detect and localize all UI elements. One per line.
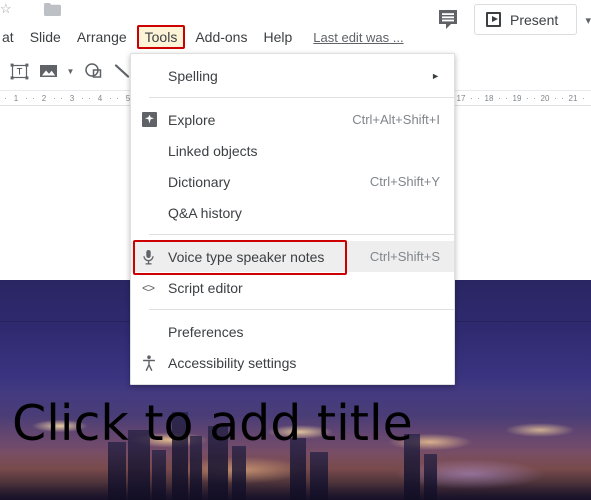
menu-item-label: Voice type speaker notes [168, 248, 325, 265]
explore-icon [142, 112, 168, 127]
menu-item-shortcut: Ctrl+Alt+Shift+I [352, 111, 440, 127]
menu-separator [149, 234, 454, 235]
ruler-tick-label: 21 [559, 93, 587, 103]
ruler-tick-label: 4 [86, 93, 114, 103]
menu-addons[interactable]: Add-ons [187, 26, 255, 48]
menu-item-qa-history[interactable]: Q&A history [131, 197, 454, 228]
menu-separator [149, 309, 454, 310]
menu-item-explore[interactable]: Explore Ctrl+Alt+Shift+I [131, 104, 454, 135]
ruler-tick-label: 18 [475, 93, 503, 103]
insert-image-icon[interactable] [35, 58, 61, 84]
menu-item-label: Accessibility settings [168, 354, 297, 371]
last-edit-status[interactable]: Last edit was ... [313, 30, 403, 45]
ruler-tick-label: 20 [531, 93, 559, 103]
ruler-tick-label: 19 [503, 93, 531, 103]
shape-icon[interactable] [80, 58, 106, 84]
building-silhouette [424, 454, 437, 500]
menu-item-label: Dictionary [168, 173, 231, 190]
menu-item-label: Preferences [168, 323, 244, 340]
menu-item-shortcut: Ctrl+Shift+Y [369, 173, 440, 189]
ruler-tick-label: 3 [58, 93, 86, 103]
menu-item-dictionary[interactable]: Dictionary Ctrl+Shift+Y [131, 166, 454, 197]
menu-item-accessibility-settings[interactable]: Accessibility settings [131, 347, 454, 378]
ruler-right-ticks: 17 18 19 20 21 [447, 91, 587, 105]
menu-item-linked-objects[interactable]: Linked objects [131, 135, 454, 166]
menu-item-label: Explore [168, 111, 216, 128]
menu-separator [149, 97, 454, 98]
menu-item-label: Spelling [168, 67, 218, 84]
menu-item-preferences[interactable]: Preferences [131, 316, 454, 347]
menu-bar: at Slide Arrange Tools Add-ons Help Last… [0, 24, 591, 50]
menu-item-script-editor[interactable]: <> Script editor [131, 272, 454, 303]
star-icon[interactable]: ☆ [0, 2, 14, 16]
title-placeholder[interactable]: Click to add title [12, 388, 442, 460]
text-box-icon[interactable]: T [6, 58, 32, 84]
svg-text:T: T [16, 66, 22, 77]
accessibility-icon [142, 354, 168, 371]
menu-item-label: Q&A history [168, 204, 242, 221]
code-icon: <> [142, 280, 155, 295]
menu-help[interactable]: Help [255, 26, 300, 48]
tools-dropdown-menu: Spelling ► Explore Ctrl+Alt+Shift+I Link… [130, 53, 455, 385]
menu-item-voice-type-speaker-notes[interactable]: Voice type speaker notes Ctrl+Shift+S [131, 240, 454, 275]
submenu-arrow-icon: ► [431, 70, 440, 81]
menu-item-label: Script editor [168, 279, 243, 296]
menu-item-spelling[interactable]: Spelling ► [131, 60, 454, 91]
folder-icon[interactable] [44, 3, 61, 16]
ruler-left-ticks: 1 2 3 4 5 [2, 91, 142, 105]
menu-item-shortcut: Ctrl+Shift+S [369, 248, 440, 264]
ruler-tick-label: 2 [30, 93, 58, 103]
menu-format-clipped[interactable]: at [0, 26, 22, 48]
title-bar: ☆ Present ▾ [0, 0, 591, 35]
menu-slide[interactable]: Slide [22, 26, 69, 48]
menu-item-label: Linked objects [168, 142, 258, 159]
microphone-icon [142, 249, 168, 265]
image-dropdown-caret[interactable]: ▼ [64, 58, 77, 84]
title-placeholder-text: Click to add title [12, 395, 413, 452]
menu-arrange[interactable]: Arrange [69, 26, 135, 48]
ruler-tick-label: 1 [2, 93, 30, 103]
menu-tools[interactable]: Tools [136, 25, 186, 49]
